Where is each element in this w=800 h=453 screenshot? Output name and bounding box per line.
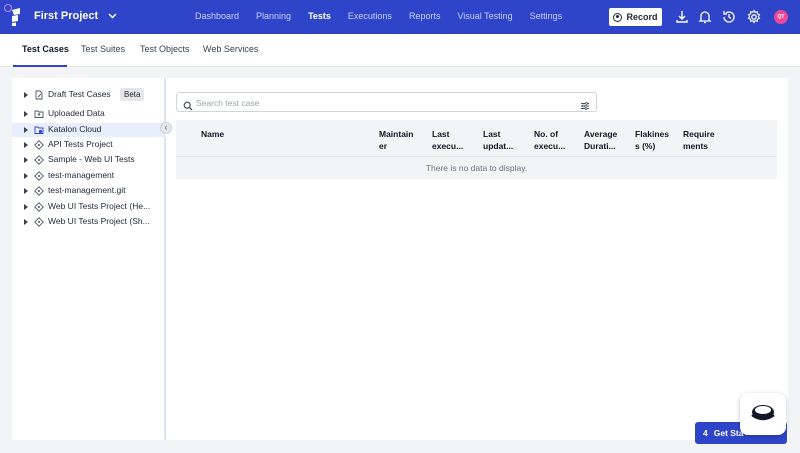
column-header-no-of-executions[interactable]: No. of execu... (534, 128, 570, 152)
chevron-down-icon (108, 11, 117, 21)
column-header-requirements[interactable]: Require ments (683, 128, 719, 152)
search-input[interactable] (196, 96, 566, 109)
git-repo-icon (34, 155, 44, 165)
tab-web-services[interactable]: Web Services (203, 44, 258, 54)
column-header-maintainer[interactable]: Maintain er (379, 128, 415, 152)
cloud-folder-icon (34, 125, 44, 135)
caret-right-icon[interactable] (24, 219, 28, 225)
main-nav: Dashboard Planning Tests Executions Repo… (195, 11, 562, 21)
tree-item-label: Katalon Cloud (48, 124, 102, 134)
nav-reports[interactable]: Reports (409, 11, 441, 21)
record-label: Record (626, 12, 658, 22)
caret-right-icon[interactable] (24, 111, 28, 117)
subtab-bar: Test Cases Test Suites Test Objects Web … (0, 34, 800, 67)
nav-dashboard[interactable]: Dashboard (195, 11, 239, 21)
katalon-logo-icon[interactable] (4, 4, 26, 28)
nav-visual-testing[interactable]: Visual Testing (457, 11, 512, 21)
tree-item-label: API Tests Project (48, 139, 113, 149)
tree-item-label: test-management (48, 170, 115, 180)
gear-icon[interactable] (746, 9, 762, 25)
record-button[interactable]: Record (609, 8, 662, 26)
caret-right-icon[interactable] (24, 204, 28, 210)
project-selector[interactable]: First Project (34, 10, 117, 22)
beta-badge: Beta (120, 88, 145, 101)
bell-icon[interactable] (697, 9, 713, 25)
tree-item-label: Web UI Tests Project (He... (48, 201, 151, 211)
nav-executions[interactable]: Executions (348, 11, 392, 21)
tab-test-objects[interactable]: Test Objects (140, 44, 190, 54)
column-header-last-updated[interactable]: Last updat... (483, 128, 519, 152)
tree-item-label: Sample - Web UI Tests (48, 154, 135, 164)
column-header-flakiness[interactable]: Flakines s (%) (635, 128, 671, 152)
search-box (176, 92, 597, 112)
caret-right-icon[interactable] (24, 142, 28, 148)
filter-icon[interactable] (580, 98, 590, 110)
empty-table-message: There is no data to display. (176, 156, 777, 179)
draft-file-icon (34, 90, 44, 100)
tree-item-katalon-cloud[interactable]: Katalon Cloud (12, 123, 166, 137)
caret-right-icon[interactable] (24, 92, 28, 98)
table-header: Name Maintain er Last execu... Last upda… (176, 120, 777, 156)
nav-tests[interactable]: Tests (308, 11, 331, 21)
nav-settings[interactable]: Settings (530, 11, 563, 21)
get-started-count: 4 (703, 428, 708, 438)
download-icon[interactable] (674, 9, 690, 25)
tree-item-uploaded-data[interactable]: Uploaded Data (12, 107, 166, 121)
tree-item-label: Web UI Tests Project (Sh... (48, 216, 150, 226)
tree-item-label: Uploaded Data (48, 108, 105, 118)
tree-item-web-ui-tests-project-sh[interactable]: Web UI Tests Project (Sh... (12, 215, 166, 229)
tree-item-sample-web-ui-tests[interactable]: Sample - Web UI Tests (12, 153, 166, 167)
caret-right-icon[interactable] (24, 157, 28, 163)
folder-tree: Draft Test Cases Beta Uploaded Data Kata… (12, 78, 172, 440)
caret-right-icon[interactable] (24, 127, 28, 133)
column-header-average-duration[interactable]: Average Durati... (584, 128, 622, 152)
avatar[interactable]: QT (774, 10, 788, 24)
history-icon[interactable] (721, 9, 737, 25)
tree-item-web-ui-tests-project-he[interactable]: Web UI Tests Project (He... (12, 200, 166, 214)
column-header-last-executed[interactable]: Last execu... (432, 128, 468, 152)
logo-ring-icon (4, 4, 12, 12)
tree-item-label: test-management.git (48, 185, 126, 195)
project-name: First Project (34, 10, 99, 22)
git-repo-icon (34, 217, 44, 227)
git-repo-icon (34, 171, 44, 181)
nav-planning[interactable]: Planning (256, 11, 291, 21)
caret-right-icon[interactable] (24, 188, 28, 194)
tree-item-api-tests-project[interactable]: API Tests Project (12, 138, 166, 152)
tab-test-cases[interactable]: Test Cases (22, 44, 69, 54)
main-panel: Draft Test Cases Beta Uploaded Data Kata… (12, 78, 788, 440)
tab-test-suites[interactable]: Test Suites (81, 44, 125, 54)
record-icon (613, 12, 623, 22)
active-tab-indicator (13, 65, 67, 67)
search-icon (183, 98, 193, 111)
caret-right-icon[interactable] (24, 173, 28, 179)
top-navbar: First Project Dashboard Planning Tests E… (0, 0, 800, 34)
collapse-sidebar-icon[interactable]: ‹ (160, 122, 172, 134)
chat-widget[interactable] (740, 393, 786, 435)
tree-item-test-management[interactable]: test-management (12, 169, 166, 183)
git-repo-icon (34, 186, 44, 196)
chat-logo-icon (751, 405, 775, 421)
git-repo-icon (34, 140, 44, 150)
column-header-name[interactable]: Name (201, 128, 224, 140)
tree-item-label: Draft Test Cases (48, 89, 111, 99)
folder-icon (34, 109, 44, 119)
tree-item-test-management-git[interactable]: test-management.git (12, 184, 166, 198)
git-repo-icon (34, 202, 44, 212)
